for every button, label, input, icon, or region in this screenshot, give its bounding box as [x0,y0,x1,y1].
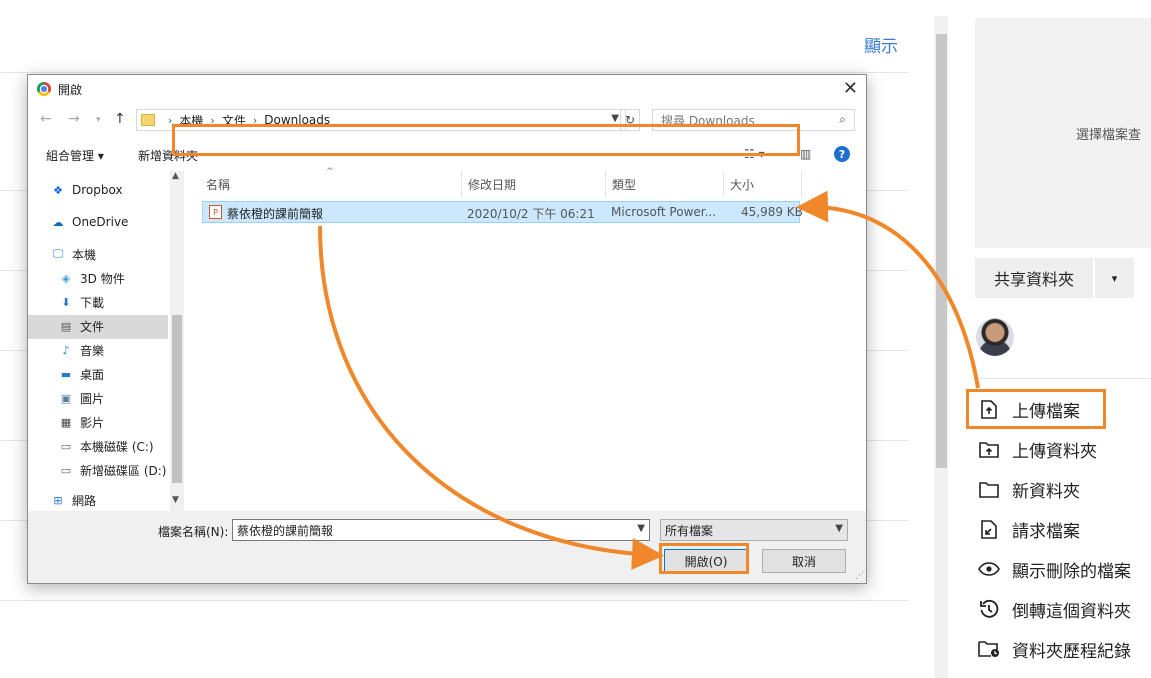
annotation-arrows [318,190,980,570]
arrow-upload-to-file [796,190,980,389]
arrow-file-to-open [318,225,664,570]
